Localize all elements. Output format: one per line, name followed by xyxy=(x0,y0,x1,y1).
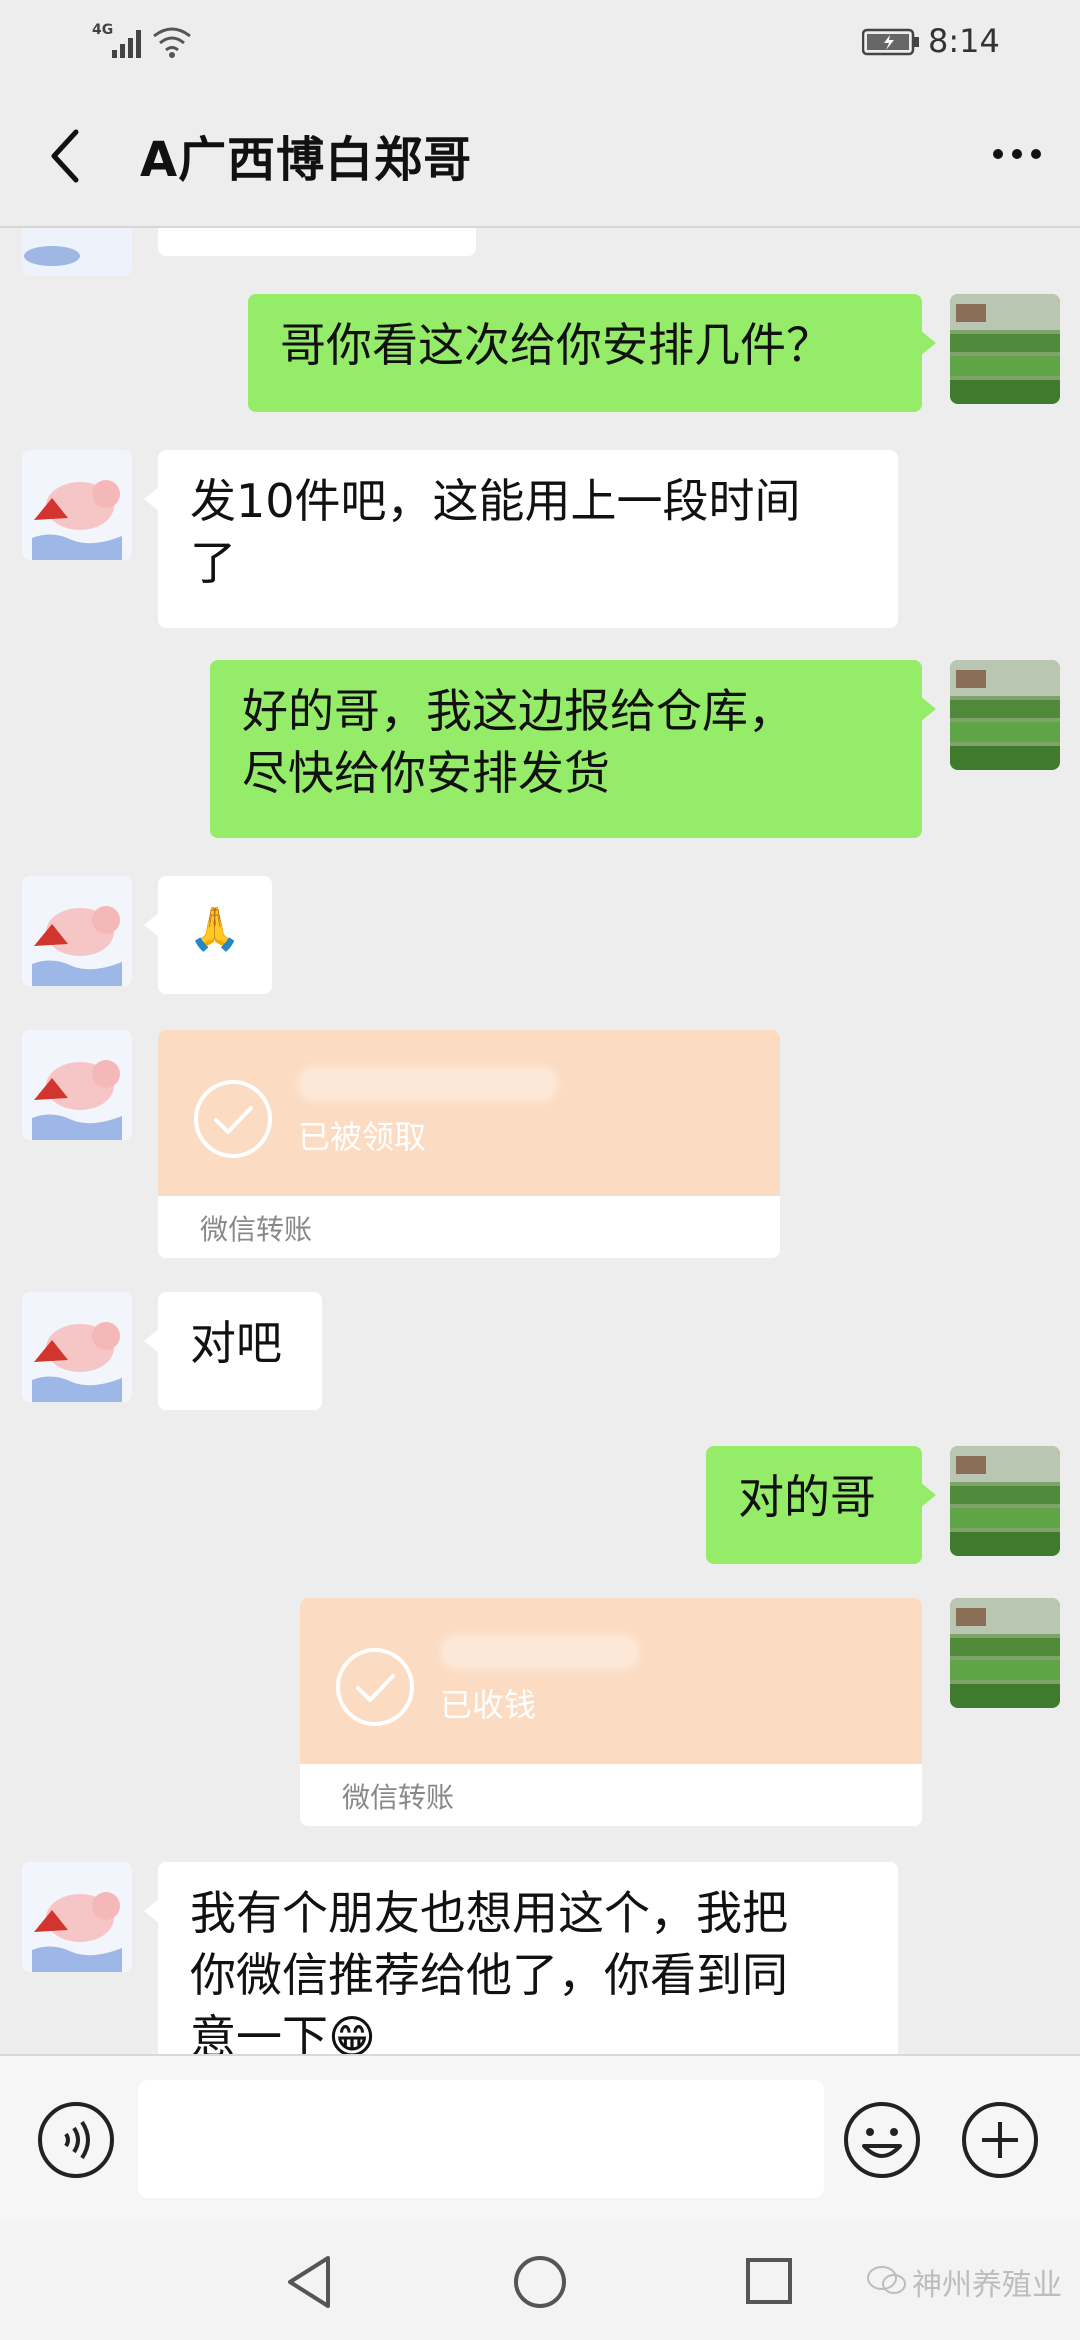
blurred-amount xyxy=(440,1634,640,1670)
contact-avatar[interactable] xyxy=(22,1862,132,1972)
message-text-line: 我有个朋友也想用这个，我把 xyxy=(190,1886,788,1940)
blurred-amount xyxy=(298,1066,558,1102)
message-text-line: 尽快给你安排发货 xyxy=(242,746,610,800)
plus-icon[interactable] xyxy=(960,2100,1040,2180)
check-circle-icon xyxy=(194,1080,272,1158)
transfer-card-top: 已收钱 xyxy=(300,1598,922,1764)
more-dots-icon[interactable] xyxy=(990,134,1044,174)
transfer-card-top: 已被领取 xyxy=(158,1030,780,1196)
nav-back-icon[interactable] xyxy=(284,2254,334,2310)
message-text: 对吧 xyxy=(190,1316,282,1370)
message-bubble[interactable]: 对的哥 xyxy=(706,1446,936,1564)
smiley-icon[interactable] xyxy=(842,2100,922,2180)
clock: 8:14 xyxy=(928,22,1000,60)
message-list[interactable]: 哥你看这次给你安排几件？ 发10件吧，这能用上一段时间 了 好的哥，我这边报给仓… xyxy=(0,228,1080,2054)
message-text: 哥你看这次给你安排几件？ xyxy=(280,318,832,372)
message-bubble[interactable]: 哥你看这次给你安排几件？ xyxy=(248,294,936,412)
message-bubble[interactable]: 好的哥，我这边报给仓库， 尽快给你安排发货 xyxy=(210,660,936,838)
message-bubble-partial[interactable] xyxy=(144,228,476,256)
voice-icon[interactable] xyxy=(36,2100,116,2180)
my-avatar[interactable] xyxy=(950,660,1060,770)
praying-hands-emoji: 🙏 xyxy=(188,904,242,953)
contact-avatar[interactable] xyxy=(22,1292,132,1402)
my-avatar[interactable] xyxy=(950,1446,1060,1556)
message-text-line: 了 xyxy=(190,536,236,590)
battery-icon xyxy=(862,28,919,56)
transfer-status: 已被领取 xyxy=(298,1118,427,1156)
transfer-card-footer: 微信转账 xyxy=(158,1196,780,1258)
transfer-label: 微信转账 xyxy=(200,1213,313,1246)
contact-avatar[interactable] xyxy=(22,450,132,560)
message-text-line: 意一下😁 xyxy=(190,2010,376,2054)
message-bubble[interactable]: 我有个朋友也想用这个，我把 你微信推荐给他了，你看到同 意一下😁 xyxy=(144,1862,898,2054)
contact-avatar[interactable] xyxy=(22,1030,132,1140)
message-input[interactable] xyxy=(138,2080,824,2198)
system-nav-bar: 神州养殖业 xyxy=(0,2220,1080,2340)
my-avatar[interactable] xyxy=(950,1598,1060,1708)
my-avatar[interactable] xyxy=(950,294,1060,404)
signal-icon xyxy=(112,30,141,58)
message-text-line: 发10件吧，这能用上一段时间 xyxy=(190,474,801,528)
input-bar xyxy=(0,2054,1080,2222)
watermark-text: 神州养殖业 xyxy=(912,2268,1062,2303)
transfer-label: 微信转账 xyxy=(342,1781,455,1814)
nav-recent-icon[interactable] xyxy=(744,2256,794,2306)
chat-header: A广西博白郑哥 xyxy=(0,86,1080,228)
wechat-logo-icon xyxy=(867,2266,906,2294)
transfer-card-footer: 微信转账 xyxy=(300,1764,922,1826)
nav-home-icon[interactable] xyxy=(512,2254,568,2310)
message-text: 对的哥 xyxy=(738,1470,876,1524)
chat-title: A广西博白郑哥 xyxy=(140,132,473,188)
contact-avatar[interactable] xyxy=(22,228,132,276)
chevron-left-icon[interactable] xyxy=(46,126,86,186)
message-bubble[interactable]: 对吧 xyxy=(144,1292,322,1410)
message-bubble[interactable]: 发10件吧，这能用上一段时间 了 xyxy=(144,450,898,628)
contact-avatar[interactable] xyxy=(22,876,132,986)
message-text-line: 你微信推荐给他了，你看到同 xyxy=(190,1948,788,2002)
check-circle-icon xyxy=(336,1648,414,1726)
message-text-line: 好的哥，我这边报给仓库， xyxy=(242,684,794,738)
transfer-card[interactable]: 已收钱 微信转账 xyxy=(300,1598,922,1826)
wifi-icon xyxy=(153,27,191,58)
transfer-card[interactable]: 已被领取 微信转账 xyxy=(158,1030,780,1258)
status-bar: 4G 8:14 xyxy=(0,0,1080,86)
message-bubble[interactable]: 🙏 xyxy=(144,876,272,994)
transfer-status: 已收钱 xyxy=(440,1686,537,1724)
